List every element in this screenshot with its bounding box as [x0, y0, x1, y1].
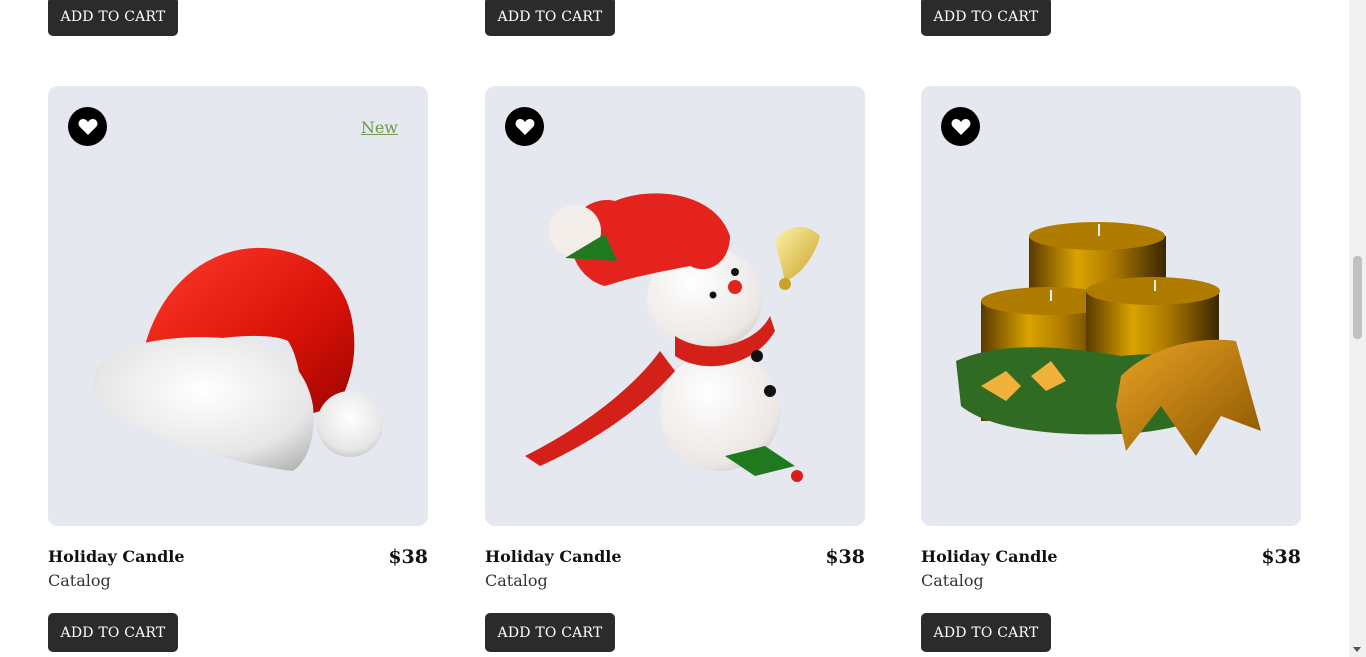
heart-icon [515, 118, 534, 135]
heart-icon [78, 118, 97, 135]
add-to-cart-button[interactable]: ADD TO CART [485, 613, 615, 652]
add-to-cart-button[interactable]: ADD TO CART [921, 613, 1051, 652]
snowman-with-bell-image [525, 193, 820, 482]
product-title[interactable]: Holiday Candle [485, 547, 622, 566]
favorite-button[interactable] [68, 107, 107, 146]
product-image-card[interactable]: New [48, 86, 428, 526]
product-price: $38 [1261, 546, 1301, 568]
scrollbar-thumb[interactable] [1353, 256, 1362, 339]
product-image-card[interactable] [485, 86, 865, 526]
add-to-cart-button[interactable]: ADD TO CART [485, 0, 615, 36]
product-title[interactable]: Holiday Candle [921, 547, 1058, 566]
scroll-down-arrow-icon[interactable] [1353, 647, 1361, 652]
product-category: Catalog [485, 571, 548, 590]
product-price: $38 [825, 546, 865, 568]
product-grid-page: ADD TO CART ADD TO CART ADD TO CART New … [0, 0, 1366, 657]
product-category: Catalog [921, 571, 984, 590]
product-image-card[interactable] [921, 86, 1301, 526]
add-to-cart-button[interactable]: ADD TO CART [48, 613, 178, 652]
add-to-cart-button[interactable]: ADD TO CART [48, 0, 178, 36]
favorite-button[interactable] [941, 107, 980, 146]
new-badge[interactable]: New [361, 118, 398, 137]
heart-icon [951, 118, 970, 135]
favorite-button[interactable] [505, 107, 544, 146]
santa-hat-image [93, 247, 383, 471]
product-category: Catalog [48, 571, 111, 590]
golden-candles-image [956, 222, 1261, 456]
add-to-cart-button[interactable]: ADD TO CART [921, 0, 1051, 36]
product-price: $38 [388, 546, 428, 568]
product-title[interactable]: Holiday Candle [48, 547, 185, 566]
vertical-scrollbar[interactable] [1349, 0, 1366, 657]
